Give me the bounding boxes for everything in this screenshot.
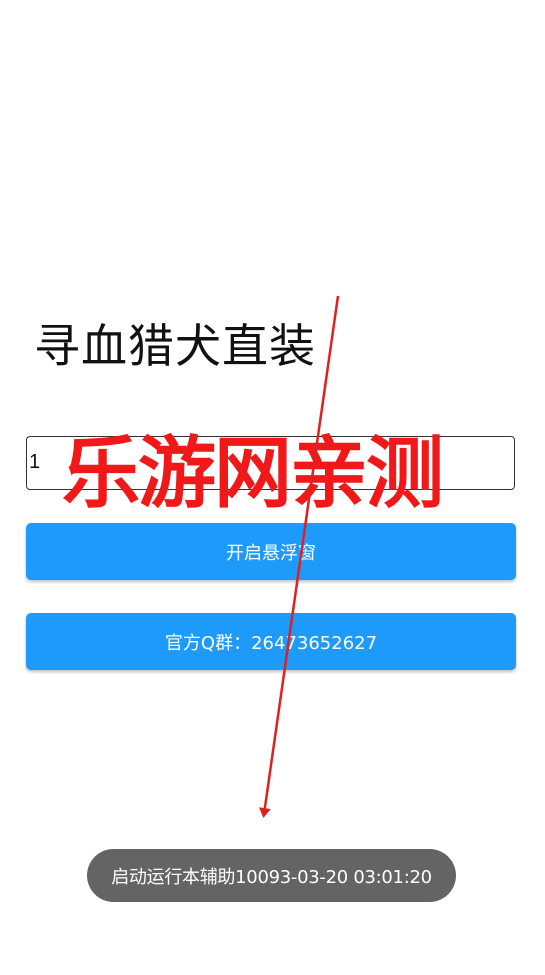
input-value: 1 [29,451,41,473]
toast-message: 启动运行本辅助10093-03-20 03:01:20 [87,849,456,902]
open-floating-window-button[interactable]: 开启悬浮窗 [26,523,516,580]
watermark-text: 乐游网亲测 [62,429,444,519]
qq-group-label: 官方Q群：26473652627 [164,632,378,654]
official-qq-group-button[interactable]: 官方Q群：26473652627 [26,613,516,670]
page-title: 寻血猎犬直装 [34,319,316,373]
